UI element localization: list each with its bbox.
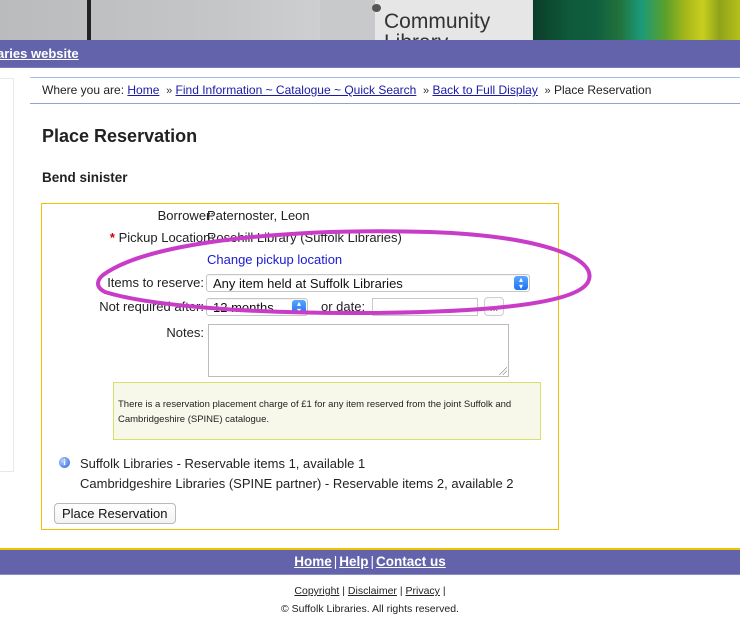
notes-label: Notes: bbox=[166, 325, 204, 340]
items-to-reserve-value: Any item held at Suffolk Libraries bbox=[213, 276, 403, 291]
required-marker: * bbox=[109, 230, 115, 245]
items-to-reserve-label: Items to reserve: bbox=[107, 275, 204, 290]
borrower-value: Paternoster, Leon bbox=[207, 208, 310, 223]
breadcrumb-current: Place Reservation bbox=[554, 83, 652, 97]
breadcrumb-full-display-link[interactable]: Back to Full Display bbox=[432, 83, 537, 97]
footer-help-link[interactable]: Help bbox=[339, 554, 368, 569]
item-title: Bend sinister bbox=[42, 170, 128, 185]
place-reservation-button[interactable]: Place Reservation bbox=[54, 503, 176, 524]
banner-sign-fixture bbox=[372, 4, 381, 12]
breadcrumb-separator: » bbox=[166, 85, 173, 97]
libraries-website-link[interactable]: aries website bbox=[0, 46, 79, 61]
footer-pipe: | bbox=[370, 554, 375, 569]
banner-pipe bbox=[87, 0, 91, 40]
breadcrumb-prefix: Where you are: bbox=[42, 83, 125, 97]
or-date-label: or date: bbox=[321, 299, 366, 314]
header-banner-image: Leiston/Saxmundham Community Library bbox=[0, 0, 740, 40]
date-input[interactable] bbox=[372, 298, 478, 316]
availability-line: Suffolk Libraries - Reservable items 1, … bbox=[80, 456, 366, 471]
change-pickup-location-link[interactable]: Change pickup location bbox=[207, 252, 342, 267]
privacy-link[interactable]: Privacy bbox=[406, 585, 440, 597]
reservation-form: Borrower: Paternoster, Leon * Pickup Loc… bbox=[41, 203, 559, 530]
footer-legal: Copyright | Disclaimer | Privacy | © Suf… bbox=[0, 582, 740, 618]
notes-textarea[interactable] bbox=[208, 324, 509, 377]
breadcrumb: Where you are: Home » Find Information ~… bbox=[30, 77, 740, 104]
disclaimer-link[interactable]: Disclaimer bbox=[348, 585, 397, 597]
info-icon: i bbox=[59, 457, 70, 468]
resize-grip-icon[interactable] bbox=[499, 367, 507, 375]
left-sidebar-panel bbox=[0, 78, 14, 472]
banner-glass-facade bbox=[533, 0, 740, 40]
breadcrumb-separator: » bbox=[423, 85, 430, 97]
pickup-location-value: Rosehill Library (Suffolk Libraries) bbox=[207, 230, 402, 245]
page-title: Place Reservation bbox=[42, 126, 198, 146]
footer-contact-link[interactable]: Contact us bbox=[376, 554, 446, 569]
copyright-text: © Suffolk Libraries. All rights reserved… bbox=[281, 603, 459, 615]
copyright-link[interactable]: Copyright bbox=[294, 585, 339, 597]
availability-line: Cambridgeshire Libraries (SPINE partner)… bbox=[80, 476, 514, 491]
date-picker-button[interactable]: ... bbox=[484, 297, 504, 316]
not-required-after-label: Not required after: bbox=[99, 299, 204, 314]
not-required-after-select[interactable]: 12 months ▴ ▾ bbox=[206, 298, 308, 316]
pickup-location-label: * Pickup Location: bbox=[110, 230, 214, 245]
banner-wall bbox=[320, 0, 375, 40]
not-required-after-value: 12 months bbox=[213, 300, 274, 315]
breadcrumb-home-link[interactable]: Home bbox=[127, 83, 159, 97]
items-to-reserve-select[interactable]: Any item held at Suffolk Libraries ▴ ▾ bbox=[206, 274, 530, 292]
breadcrumb-quick-search-link[interactable]: Find Information ~ Catalogue ~ Quick Sea… bbox=[176, 83, 417, 97]
breadcrumb-separator: » bbox=[544, 85, 551, 97]
select-arrows-icon: ▴ ▾ bbox=[292, 300, 306, 315]
top-nav-bar: aries website bbox=[0, 40, 740, 68]
pickup-location-label-text: Pickup Location: bbox=[118, 230, 214, 245]
reservation-charge-notice: There is a reservation placement charge … bbox=[113, 382, 541, 440]
footer-nav-bar: Home | Help | Contact us bbox=[0, 550, 740, 575]
footer-home-link[interactable]: Home bbox=[294, 554, 332, 569]
select-arrows-icon: ▴ ▾ bbox=[514, 276, 528, 291]
footer-pipe: | bbox=[333, 554, 338, 569]
borrower-label: Borrower: bbox=[157, 208, 214, 223]
